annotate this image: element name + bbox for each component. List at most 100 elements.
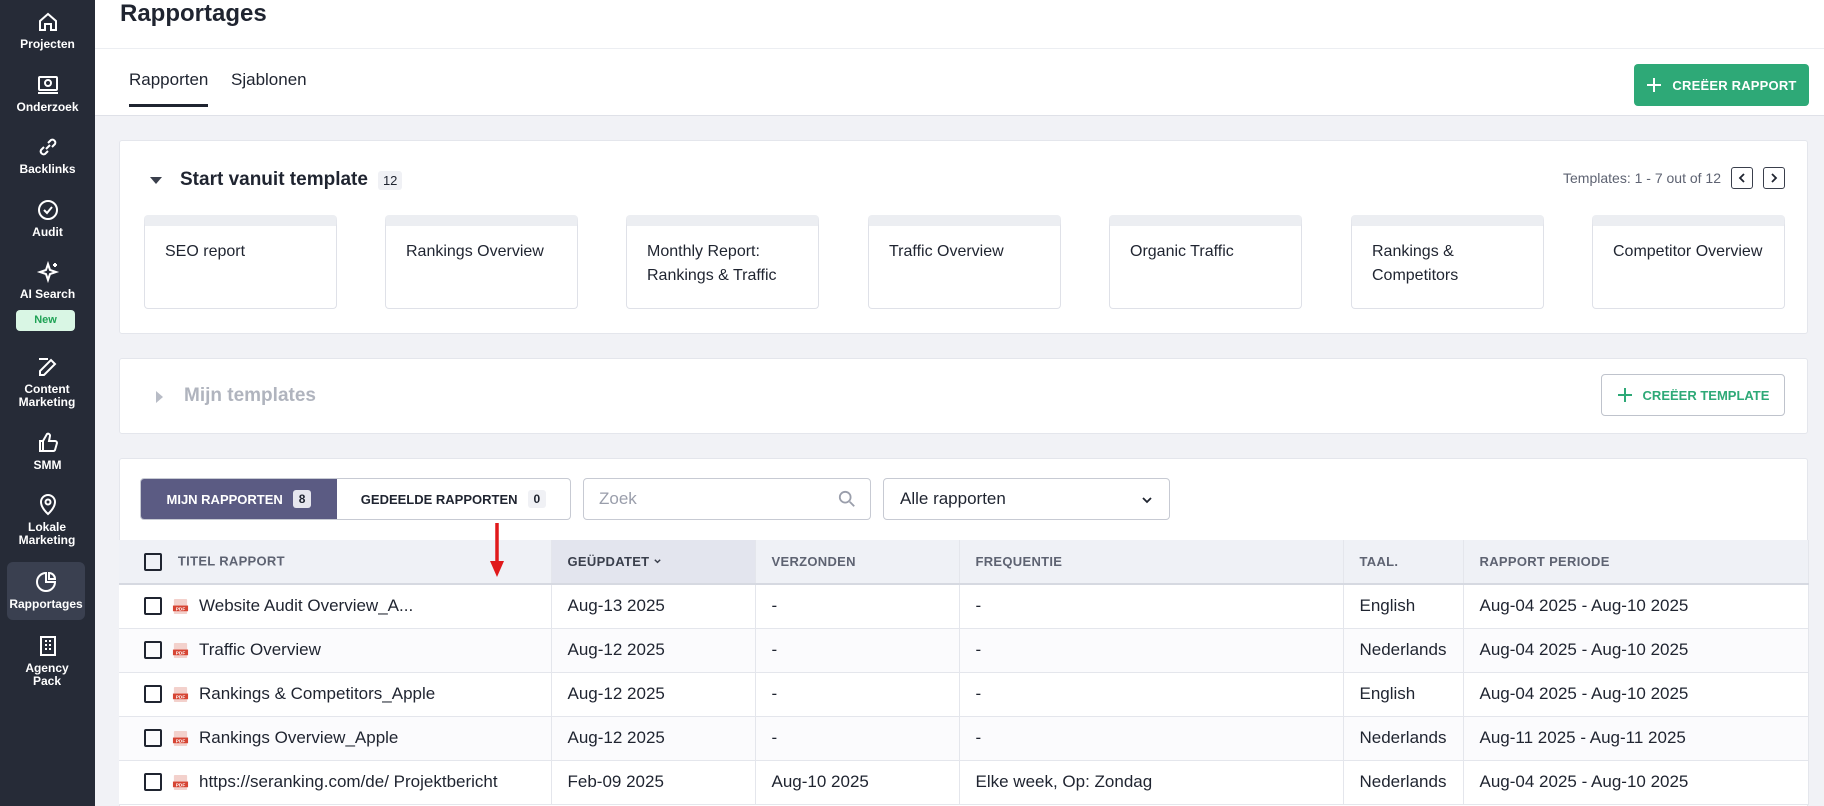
- table-row[interactable]: PDF Traffic Overview Aug-12 2025 - - Ned…: [119, 628, 1809, 673]
- my-reports-tab[interactable]: MIJN RAPPORTEN 8: [141, 479, 337, 519]
- frequency-cell: -: [959, 672, 1344, 717]
- page-title: Rapportages: [120, 0, 267, 27]
- search-input[interactable]: [584, 479, 814, 519]
- template-card[interactable]: SEO report: [144, 215, 337, 309]
- edit-icon: [38, 358, 56, 376]
- chevron-down-icon: [1142, 497, 1152, 504]
- sent-cell: -: [755, 584, 960, 629]
- segment-label: GEDEELDE RAPPORTEN: [360, 491, 518, 507]
- report-filter-value: Alle rapporten: [900, 489, 1006, 508]
- language-cell: Nederlands: [1343, 628, 1464, 673]
- segment-count-badge: 8: [292, 490, 312, 508]
- divider: [95, 48, 1824, 49]
- report-title[interactable]: Rankings & Competitors_Apple: [199, 684, 435, 704]
- sort-down-icon: [654, 559, 662, 564]
- report-filter-select[interactable]: Alle rapporten: [883, 478, 1170, 520]
- new-badge: New: [16, 310, 75, 331]
- column-header-sent[interactable]: VERZONDEN: [755, 540, 960, 585]
- sidebar-item-lokale-marketing[interactable]: Lokale Marketing: [0, 493, 95, 547]
- table-row[interactable]: PDF https://seranking.com/de/ Projektber…: [119, 760, 1809, 805]
- pager-prev-button[interactable]: [1731, 167, 1753, 189]
- row-checkbox[interactable]: [144, 597, 162, 616]
- sparkles-icon: [36, 260, 59, 284]
- expand-caret-icon[interactable]: [156, 391, 163, 403]
- pdf-icon: PDF: [172, 774, 189, 790]
- row-checkbox[interactable]: [144, 729, 162, 747]
- report-title[interactable]: Website Audit Overview_A...: [199, 596, 413, 616]
- my-templates-card: Mijn templates CREËER TEMPLATE: [119, 358, 1808, 434]
- table-row[interactable]: PDF Rankings Overview_Apple Aug-12 2025 …: [119, 716, 1809, 761]
- frequency-cell: -: [959, 628, 1344, 673]
- column-header-period[interactable]: RAPPORT PERIODE: [1463, 540, 1809, 585]
- table-row[interactable]: PDF Rankings & Competitors_Apple Aug-12 …: [119, 672, 1809, 717]
- column-header-label: TITEL RAPPORT: [177, 552, 285, 568]
- sidebar-item-agency-pack[interactable]: Agency Pack: [0, 634, 95, 688]
- collapse-caret-icon: [150, 176, 162, 184]
- report-title[interactable]: Traffic Overview: [199, 640, 321, 660]
- create-report-label: CREËER RAPPORT: [1672, 77, 1797, 93]
- sidebar-item-ai-search[interactable]: AI Search: [0, 260, 95, 301]
- sidebar-item-backlinks[interactable]: Backlinks: [0, 135, 95, 176]
- column-header-frequency[interactable]: FREQUENTIE: [959, 540, 1344, 585]
- home-icon: [38, 12, 57, 31]
- sidebar-item-smm[interactable]: SMM: [0, 431, 95, 472]
- template-card[interactable]: Rankings Overview: [385, 215, 578, 309]
- sidebar-item-label: Projecten: [20, 37, 75, 51]
- template-card[interactable]: Monthly Report: Rankings & Traffic: [626, 215, 819, 309]
- select-all-checkbox[interactable]: [144, 552, 162, 571]
- shared-reports-tab[interactable]: GEDEELDE RAPPORTEN 0: [337, 479, 570, 519]
- svg-text:PDF: PDF: [176, 650, 186, 656]
- title-cell: PDF Traffic Overview: [119, 628, 552, 673]
- sidebar-item-projecten[interactable]: Projecten: [0, 10, 95, 51]
- templates-card: Start vanuit template 12 Templates: 1 - …: [119, 140, 1808, 334]
- sidebar-item-rapportages[interactable]: Rapportages: [7, 562, 85, 620]
- template-card-title: Rankings & Competitors: [1372, 243, 1459, 284]
- frequency-cell: -: [959, 716, 1344, 761]
- link-icon: [39, 138, 56, 156]
- sidebar-item-label: SMM: [33, 458, 62, 472]
- templates-toggle[interactable]: Start vanuit template 12: [150, 169, 403, 191]
- row-checkbox[interactable]: [144, 641, 162, 659]
- report-title[interactable]: Rankings Overview_Apple: [199, 728, 398, 748]
- reports-table: TITEL RAPPORT GEÜPDATET VERZONDEN FREQUE…: [119, 540, 1809, 805]
- sidebar: Projecten Onderzoek Backlinks Audit AI S…: [0, 0, 95, 806]
- row-checkbox[interactable]: [144, 685, 162, 703]
- period-cell: Aug-04 2025 - Aug-10 2025: [1463, 672, 1809, 717]
- template-card-title: Rankings Overview: [406, 243, 544, 260]
- updated-cell: Aug-13 2025: [551, 584, 756, 629]
- sidebar-item-label: Backlinks: [19, 162, 76, 176]
- frequency-cell: -: [959, 584, 1344, 629]
- column-header-updated[interactable]: GEÜPDATET: [551, 540, 756, 585]
- chevron-left-icon: [1738, 173, 1745, 183]
- sent-cell: -: [755, 672, 960, 717]
- search-icon[interactable]: [838, 490, 856, 508]
- pager-next-button[interactable]: [1763, 167, 1785, 189]
- column-header-title[interactable]: TITEL RAPPORT: [119, 540, 552, 585]
- template-card[interactable]: Rankings & Competitors: [1351, 215, 1544, 309]
- template-card[interactable]: Organic Traffic: [1109, 215, 1302, 309]
- tab-sjablonen[interactable]: Sjablonen: [231, 70, 307, 90]
- language-cell: Nederlands: [1343, 760, 1464, 805]
- reports-segmented-control: MIJN RAPPORTEN 8 GEDEELDE RAPPORTEN 0: [140, 478, 571, 520]
- title-cell: PDF https://seranking.com/de/ Projektber…: [119, 760, 552, 805]
- create-template-button[interactable]: CREËER TEMPLATE: [1601, 374, 1785, 416]
- create-report-button[interactable]: CREËER RAPPORT: [1634, 64, 1809, 106]
- template-card[interactable]: Traffic Overview: [868, 215, 1061, 309]
- thumbs-up-icon: [38, 432, 58, 453]
- sidebar-item-content-marketing[interactable]: Content Marketing: [0, 355, 95, 409]
- report-title[interactable]: https://seranking.com/de/ Projektbericht: [199, 772, 498, 792]
- column-header-language[interactable]: TAAL.: [1343, 540, 1464, 585]
- tab-rapporten[interactable]: Rapporten: [129, 70, 209, 107]
- templates-pager: Templates: 1 - 7 out of 12: [1563, 167, 1785, 189]
- my-templates-title[interactable]: Mijn templates: [184, 385, 316, 407]
- column-header-label: GEÜPDATET: [567, 554, 650, 569]
- table-row[interactable]: PDF Website Audit Overview_A... Aug-13 2…: [119, 584, 1809, 629]
- row-checkbox[interactable]: [144, 773, 162, 791]
- sidebar-item-onderzoek[interactable]: Onderzoek: [0, 73, 95, 114]
- template-card-title: Monthly Report: Rankings & Traffic: [647, 243, 777, 284]
- language-cell: English: [1343, 584, 1464, 629]
- template-card[interactable]: Competitor Overview: [1592, 215, 1785, 309]
- sidebar-item-audit[interactable]: Audit: [0, 198, 95, 239]
- frequency-cell: Elke week, Op: Zondag: [959, 760, 1344, 805]
- sent-cell: -: [755, 628, 960, 673]
